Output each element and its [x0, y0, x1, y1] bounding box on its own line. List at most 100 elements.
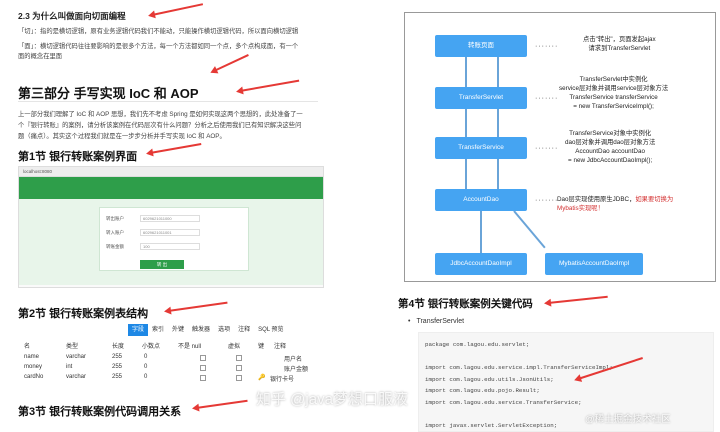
to-account-input[interactable]: 6029621011001: [140, 229, 200, 236]
header-type: 类型: [66, 344, 79, 350]
node-jdbc-impl: JdbcAccountDaoImpl: [435, 253, 527, 275]
from-account-input[interactable]: 6029621011000: [140, 215, 200, 222]
virtual-checkbox[interactable]: [236, 375, 242, 381]
not-null-checkbox[interactable]: [200, 365, 206, 371]
cell-decimals: 0: [144, 364, 148, 370]
cell-type: varchar: [66, 354, 87, 360]
cell-name: cardNo: [24, 374, 44, 380]
cell-length: 255: [112, 374, 123, 380]
note-line: dao层对象并调用dao层对象方法: [565, 139, 656, 146]
note-line: = new TransferServiceImpl();: [573, 103, 654, 110]
not-null-checkbox[interactable]: [200, 355, 206, 361]
right-page: 转账页面 TransferServlet TransferService Acc…: [398, 0, 720, 432]
cell-comment: 银行卡号: [270, 377, 295, 383]
cell-decimals: 0: [144, 354, 148, 360]
arrow-down: [465, 57, 467, 87]
transfer-button[interactable]: 转 出: [140, 260, 184, 269]
red-arrow-annotation: [195, 399, 248, 409]
note-line: 请求到TransferServlet: [588, 45, 651, 52]
cell-name: money: [24, 364, 43, 370]
code-line: import com.lagou.edu.service.impl.Transf…: [425, 364, 613, 371]
dotted-connector: ·······: [535, 145, 559, 152]
header-length: 长度: [112, 344, 125, 350]
tab-triggers[interactable]: 触发器: [188, 324, 214, 336]
table-designer-tabs: 字段 索引 外键 触发器 选项 注释 SQL 预览: [128, 324, 288, 336]
section-2-title: 第2节 银行转账案例表结构: [18, 308, 149, 320]
red-arrow-annotation: [213, 54, 249, 72]
note-line: TransferServlet中实例化: [579, 76, 648, 83]
node-account-dao: AccountDao: [435, 189, 527, 211]
from-account-label: 转出账户: [106, 216, 124, 221]
header-band: [19, 177, 323, 199]
note-dao: Dao层实现使用原生JDBC，如果要切换为 Mybatis实现呢！: [557, 195, 673, 213]
section-4-title: 第4节 银行转账案例关键代码: [398, 298, 533, 310]
cell-type: varchar: [66, 374, 87, 380]
section-1-title: 第1节 银行转账案例界面: [18, 151, 138, 163]
tab-options[interactable]: 选项: [214, 324, 234, 336]
browser-tab: localhost:8080: [19, 167, 323, 177]
note-line: = new JdbcAccountDaoImpl();: [568, 157, 653, 164]
paragraph-line: 面的概念在里面: [18, 53, 63, 60]
arrow-up: [497, 57, 499, 87]
note-service: TransferService对象中实例化 dao层对象并调用dao层对象方法 …: [565, 129, 655, 165]
call-relationship-diagram: 转账页面 TransferServlet TransferService Acc…: [404, 12, 716, 282]
tab-comments[interactable]: 注释: [234, 324, 254, 336]
key-icon: 🔑: [258, 375, 266, 381]
note-line: service层对象并调用service层对象方法: [559, 85, 669, 92]
red-arrow-annotation: [167, 301, 228, 312]
to-account-label: 转入账户: [106, 230, 124, 235]
note-line-red: 如果要切换为: [635, 196, 674, 203]
red-arrow-annotation: [547, 295, 608, 304]
watermark-juejin: @稀土掘金技术社区: [585, 414, 671, 425]
node-mybatis-impl: MybatisAccountDaoImpl: [545, 253, 643, 275]
dotted-connector: ·······: [535, 197, 559, 204]
note-line: 点击"转出"，页面发起ajax: [583, 36, 656, 43]
cell-type: int: [66, 364, 73, 370]
code-line: package com.lagou.edu.servlet;: [425, 341, 530, 348]
tab-fields[interactable]: 字段: [128, 324, 149, 336]
tab-foreign-keys[interactable]: 外键: [168, 324, 188, 336]
cell-name: name: [24, 354, 40, 360]
note-servlet: TransferServlet中实例化 service层对象并调用service…: [559, 75, 668, 111]
cell-decimals: 0: [144, 374, 148, 380]
red-arrow-annotation: [151, 3, 204, 16]
node-transfer-service: TransferService: [435, 137, 527, 159]
note-line: TransferService transferService: [569, 94, 658, 101]
dotted-connector: ·······: [535, 43, 559, 50]
cell-length: 255: [112, 354, 123, 360]
bank-transfer-screenshot: localhost:8080 转出账户 6029621011000 转入账户 6…: [18, 166, 324, 288]
left-page: 2.3 为什么叫做面向切面编程 「切」：指的是横切逻辑，原有业务逻辑代码我们不能…: [0, 0, 336, 432]
amount-label: 转账金额: [106, 244, 124, 249]
note-line: Dao层实现使用原生JDBC，: [557, 196, 636, 203]
code-line: import com.lagou.edu.utils.JsonUtils;: [425, 375, 554, 383]
virtual-checkbox[interactable]: [236, 365, 242, 371]
header-virtual: 虚拟: [228, 344, 241, 350]
red-arrow-annotation: [149, 142, 202, 154]
header-name: 名: [24, 344, 31, 350]
cell-length: 255: [112, 364, 123, 370]
tab-indexes[interactable]: 索引: [148, 324, 168, 336]
header-key: 键: [258, 344, 265, 350]
paragraph-line: 「切」：指的是横切逻辑，原有业务逻辑代码我们不能动，只能操作横切逻辑代码，所以面…: [18, 28, 299, 35]
section-3-title: 第3节 银行转账案例代码调用关系: [18, 406, 182, 418]
tab-sql-preview[interactable]: SQL 预览: [254, 324, 287, 336]
note-line: TransferService对象中实例化: [569, 130, 652, 137]
arrow-down: [480, 211, 482, 253]
dotted-connector: ·······: [535, 95, 559, 102]
virtual-checkbox[interactable]: [236, 355, 242, 361]
not-null-checkbox[interactable]: [200, 375, 206, 381]
amount-input[interactable]: 100: [140, 243, 200, 250]
red-arrow-annotation: [239, 79, 300, 92]
note-line: AccountDao accountDao: [575, 148, 645, 155]
paragraph-line: 上一部分我们理解了 IoC 和 AOP 思想，我们先不考虑 Spring 是如何…: [18, 111, 303, 118]
paragraph-line: 个『银行转账』的案例，请分析该案例在代码层次有什么问题？分析之后使用我们已有知识…: [18, 122, 302, 129]
arrow-down: [465, 159, 467, 189]
arrow-down: [465, 109, 467, 137]
divider: [18, 101, 318, 102]
paragraph-line: 「面」：横切逻辑代码往往要影响的是很多个方法，每一个方法都如同一个点，多个点构成…: [18, 43, 299, 50]
code-line: import com.lagou.edu.service.TransferSer…: [425, 398, 582, 406]
bullet-transfer-servlet: TransferServlet: [408, 318, 464, 325]
note-line-red: Mybatis实现呢！: [557, 205, 604, 212]
paragraph-line: 题（痛点）。其实这个过程我们就是在一步步分析并手写实现 IoC 和 AOP。: [18, 133, 226, 140]
